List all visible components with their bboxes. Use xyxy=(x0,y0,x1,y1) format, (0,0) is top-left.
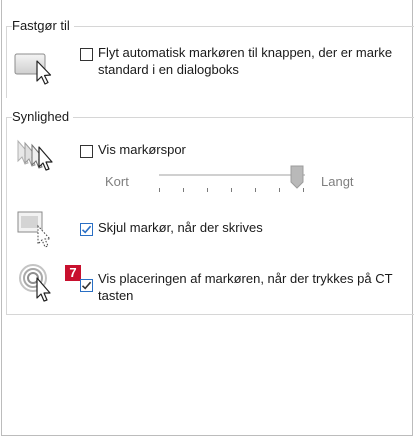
hide-while-typing-checkbox[interactable] xyxy=(80,223,93,236)
slider-tick xyxy=(255,188,256,192)
snap-to-pointer-icon xyxy=(14,47,58,90)
synlighed-group-bottom-line xyxy=(6,314,414,315)
trails-slider-thumb[interactable] xyxy=(290,165,304,192)
trails-slider-track[interactable] xyxy=(159,174,305,176)
trails-slider-min-label: Kort xyxy=(105,174,129,189)
synlighed-group-left-edge xyxy=(6,117,7,314)
snap-to-checkbox[interactable] xyxy=(80,48,93,61)
show-location-checkbox[interactable] xyxy=(80,279,93,292)
pointer-trails-checkbox[interactable] xyxy=(80,145,93,158)
slider-tick xyxy=(183,188,184,192)
pointer-trails-icon xyxy=(16,135,60,178)
hide-pointer-icon xyxy=(16,208,60,251)
snap-to-label-line2: standard i en dialogboks xyxy=(98,62,239,77)
step-number-badge: 7 xyxy=(65,265,81,281)
pointer-trails-label: Vis markørspor xyxy=(98,142,186,157)
hide-while-typing-label: Skjul markør, når der skrives xyxy=(98,220,263,235)
pointer-options-panel: Fastgør til Flyt automatisk markøren til… xyxy=(1,0,414,436)
fastgor-group-left-edge xyxy=(6,26,7,98)
slider-tick xyxy=(279,188,280,192)
show-location-label-line1: Vis placeringen af markøren, når der try… xyxy=(98,271,393,286)
show-location-label-line2: tasten xyxy=(98,288,134,303)
fastgor-group-title: Fastgør til xyxy=(12,18,74,33)
trails-slider-max-label: Langt xyxy=(321,174,354,189)
locate-pointer-icon xyxy=(18,262,62,309)
slider-tick xyxy=(231,188,232,192)
synlighed-group-title: Synlighed xyxy=(12,109,74,124)
slider-tick xyxy=(207,188,208,192)
slider-tick xyxy=(159,188,160,192)
snap-to-label-line1: Flyt automatisk markøren til knappen, de… xyxy=(98,45,393,60)
